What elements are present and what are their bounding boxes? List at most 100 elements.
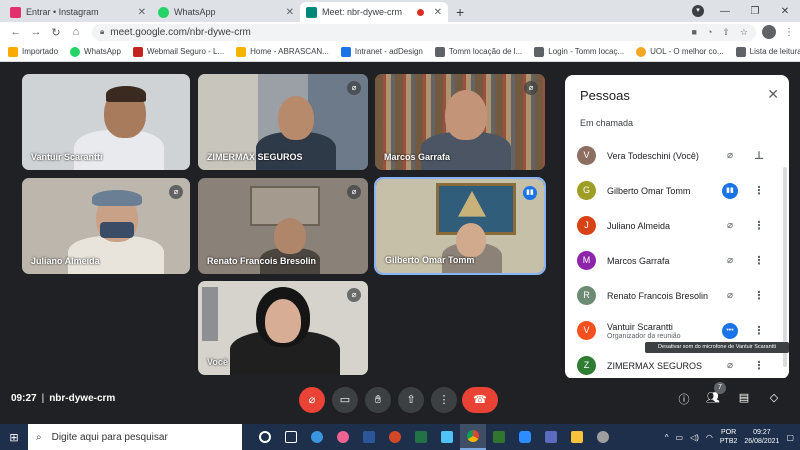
mic-toggle-button[interactable]: ⌀ xyxy=(299,387,325,413)
abrascan-icon xyxy=(236,46,247,57)
powerpoint-icon[interactable] xyxy=(382,424,408,450)
clock-date: 26/08/2021 xyxy=(744,438,780,445)
participant-name: Vera Todeschini (Você) xyxy=(607,150,699,161)
participant-video xyxy=(106,86,146,102)
address-bar[interactable]: 🔒︎ meet.google.com/nbr-dywe-crm ■ ◔ ⇪ ☆ xyxy=(92,23,756,41)
camera-icon[interactable]: ■ xyxy=(692,27,697,37)
mic-muted-icon[interactable]: ⌀ xyxy=(722,358,738,374)
raise-hand-button[interactable]: ✋︎ xyxy=(365,387,391,413)
bookmark-intranet[interactable]: Intranet - adDesign xyxy=(340,46,423,57)
more-options-icon[interactable]: ⋮ xyxy=(753,183,765,199)
mic-muted-icon[interactable]: ⌀ xyxy=(722,148,738,164)
bookmark-whatsapp[interactable]: WhatsApp xyxy=(70,46,121,57)
video-tile[interactable]: ⌀ Você xyxy=(198,281,368,375)
video-tile[interactable]: ▮▮ Gilberto Omar Tomm xyxy=(374,177,546,275)
volume-icon[interactable]: ◁) xyxy=(690,433,699,442)
close-tab-icon[interactable]: ✕ xyxy=(434,7,442,18)
participant-row[interactable]: R Renato Francois Bresolin ⌀ ⋮ xyxy=(565,278,789,313)
reload-icon[interactable]: ↻ xyxy=(46,26,66,39)
calculator-icon[interactable] xyxy=(538,424,564,450)
pin-icon[interactable]: ⊥ xyxy=(753,148,765,164)
tray-arrow-icon[interactable]: ^ xyxy=(665,433,669,442)
task-view-icon[interactable] xyxy=(278,424,304,450)
camera-toggle-button[interactable]: ▭ xyxy=(332,387,358,413)
more-options-button[interactable]: ⋮ xyxy=(431,387,457,413)
chat-icon[interactable]: ▤ xyxy=(735,391,753,404)
reading-list-button[interactable]: Lista de leitura xyxy=(735,46,800,57)
share-icon[interactable]: ⇪ xyxy=(722,27,730,38)
tab-search-icon[interactable]: ▾ xyxy=(692,5,704,17)
forward-icon[interactable]: → xyxy=(26,26,46,38)
mic-options-icon[interactable]: ••• xyxy=(722,323,738,339)
taskbar-search[interactable]: ⌕ Digite aqui para pesquisar xyxy=(28,424,242,450)
close-tab-icon[interactable]: ✕ xyxy=(286,7,294,18)
participant-row[interactable]: M Marcos Garrafa ⌀ ⋮ xyxy=(565,243,789,278)
video-tile[interactable]: ⌀ ZIMERMAX SEGUROS xyxy=(198,74,368,170)
present-screen-button[interactable]: ⇧ xyxy=(398,387,424,413)
more-options-icon[interactable]: ⋮ xyxy=(753,288,765,304)
file-explorer-icon[interactable] xyxy=(564,424,590,450)
participant-row[interactable]: V Vera Todeschini (Você) ⌀ ⊥ xyxy=(565,138,789,173)
back-icon[interactable]: ← xyxy=(6,26,26,38)
word-icon[interactable] xyxy=(356,424,382,450)
close-window-icon[interactable]: ✕ xyxy=(770,6,800,17)
menu-icon[interactable]: ⋮ xyxy=(784,27,794,38)
home-icon[interactable]: ⌂ xyxy=(66,26,86,38)
mic-muted-icon[interactable]: ⌀ xyxy=(722,253,738,269)
project-icon[interactable] xyxy=(486,424,512,450)
bookmark-tomm[interactable]: Tomm locação de l... xyxy=(434,46,522,57)
participant-row[interactable]: J Juliano Almeida ⌀ ⋮ xyxy=(565,208,789,243)
photos-icon[interactable] xyxy=(434,424,460,450)
bookmark-star-icon[interactable]: ☆ xyxy=(740,27,748,38)
mic-muted-icon[interactable]: ⌀ xyxy=(722,218,738,234)
close-tab-icon[interactable]: ✕ xyxy=(138,7,146,18)
edge-icon[interactable] xyxy=(304,424,330,450)
minimize-icon[interactable]: — xyxy=(710,6,740,17)
windows-taskbar: ⊞ ⌕ Digite aqui para pesquisar ^ ▭ ◁) ◠ … xyxy=(0,424,800,450)
speaking-indicator-icon[interactable]: ▮▮ xyxy=(722,183,738,199)
bookmark-importado[interactable]: Importado xyxy=(8,46,58,57)
more-options-icon[interactable]: ⋮ xyxy=(753,218,765,234)
bookmark-uol[interactable]: UOL - O melhor co... xyxy=(636,46,724,57)
lock-icon[interactable]: 🔒︎ xyxy=(100,27,104,37)
more-options-icon[interactable]: ⋮ xyxy=(753,358,765,374)
video-tile[interactable]: ⌀ Renato Francois Bresolin xyxy=(198,178,368,274)
close-icon[interactable]: ✕ xyxy=(767,86,779,103)
video-tile[interactable]: ⌀ Juliano Almeida xyxy=(22,178,190,274)
windows-start-icon[interactable]: ⊞ xyxy=(0,431,28,444)
taskbar-clock[interactable]: 09:27 26/08/2021 xyxy=(744,428,779,446)
itunes-icon[interactable] xyxy=(330,424,356,450)
mic-muted-icon[interactable]: ⌀ xyxy=(722,288,738,304)
tab-whatsapp[interactable]: WhatsApp ✕ xyxy=(152,2,300,22)
edge-glyph xyxy=(311,431,323,443)
tab-instagram[interactable]: Entrar • Instagram ✕ xyxy=(4,2,152,22)
tab-meet[interactable]: Meet: nbr-dywe-crm ✕ xyxy=(300,2,448,22)
activities-icon[interactable]: ◇ xyxy=(765,391,783,404)
cortana-icon[interactable] xyxy=(252,424,278,450)
video-tile[interactable]: ⌀ Marcos Garrafa xyxy=(375,74,545,170)
leave-call-button[interactable]: ☎︎ xyxy=(462,387,498,413)
language-indicator[interactable]: POR PTB2 xyxy=(720,428,738,446)
bookmark-label: Login - Tomm locaç... xyxy=(548,47,625,56)
new-tab-button[interactable]: + xyxy=(448,2,472,22)
more-options-icon[interactable]: ⋮ xyxy=(753,253,765,269)
profile-avatar[interactable] xyxy=(762,25,776,39)
participant-row[interactable]: G Gilberto Omar Tomm ▮▮ ⋮ xyxy=(565,173,789,208)
video-tile[interactable]: Vantuir Scarantti xyxy=(22,74,190,170)
notifications-blocked-icon[interactable]: ◔ xyxy=(707,27,712,37)
file-explorer-glyph xyxy=(571,431,583,443)
excel-icon[interactable] xyxy=(408,424,434,450)
maximize-icon[interactable]: ❐ xyxy=(740,6,770,17)
wifi-icon[interactable]: ◠ xyxy=(706,433,713,442)
chrome-icon[interactable] xyxy=(460,424,486,450)
bookmark-webmail[interactable]: Webmail Seguro - L... xyxy=(132,46,224,57)
bookmark-tomm-login[interactable]: Login - Tomm locaç... xyxy=(534,46,625,57)
bookmark-abrascan[interactable]: Home - ABRASCAN... xyxy=(236,46,329,57)
app-icon[interactable] xyxy=(590,424,616,450)
meet-stage: Vantuir Scarantti ⌀ ZIMERMAX SEGUROS ⌀ M… xyxy=(0,62,800,422)
meeting-details-icon[interactable]: ⓘ xyxy=(675,391,693,407)
notifications-icon[interactable]: ▢ xyxy=(786,433,794,442)
network-icon[interactable]: ▭ xyxy=(676,433,684,442)
more-options-icon[interactable]: ⋮ xyxy=(753,323,765,339)
zoom-icon[interactable] xyxy=(512,424,538,450)
